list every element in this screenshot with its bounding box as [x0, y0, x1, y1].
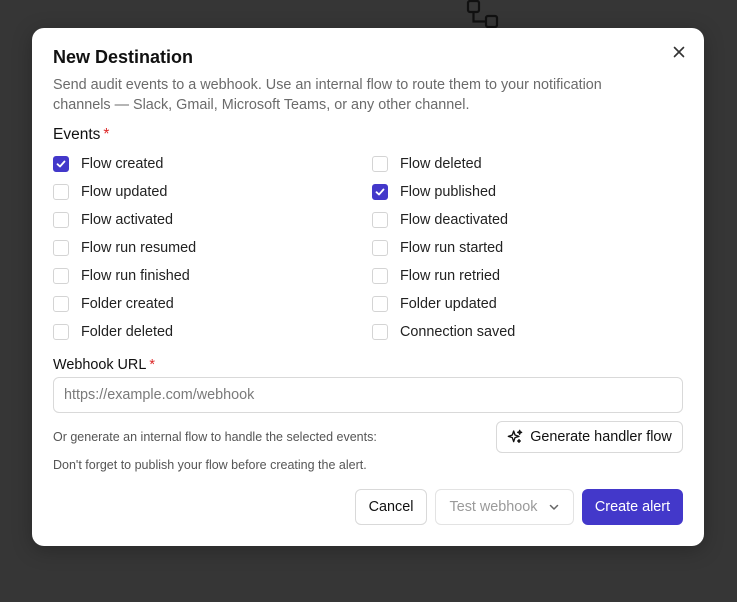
event-checkbox[interactable] [53, 240, 69, 256]
event-label: Connection saved [400, 324, 516, 340]
events-label: Events * [53, 126, 110, 143]
event-label: Flow deleted [400, 156, 482, 172]
test-webhook-label: Test webhook [449, 499, 538, 515]
new-destination-dialog: New Destination Send audit events to a w… [32, 28, 704, 546]
check-icon [375, 188, 385, 196]
events-checkbox-grid: Flow created Flow deleted Flow updated Flow… [53, 150, 673, 346]
event-label: Flow run resumed [81, 240, 197, 256]
check-icon [56, 160, 66, 168]
workflow-icon [466, 0, 499, 29]
event-item[interactable]: Flow published [372, 178, 672, 206]
required-mark: * [149, 357, 155, 373]
create-alert-button[interactable]: Create alert [582, 489, 683, 525]
event-item[interactable]: Folder updated [372, 290, 672, 318]
event-checkbox[interactable] [372, 324, 388, 340]
event-label: Folder updated [400, 296, 497, 312]
event-item[interactable]: Folder deleted [53, 318, 372, 346]
event-label: Flow deactivated [400, 212, 508, 228]
close-icon [673, 46, 685, 58]
webhook-url-label: Webhook URL * [53, 357, 155, 373]
chevron-down-icon [549, 504, 558, 510]
event-label: Flow run started [400, 240, 504, 256]
event-checkbox[interactable] [372, 268, 388, 284]
webhook-url-input[interactable] [53, 377, 683, 413]
event-checkbox[interactable] [53, 324, 69, 340]
event-checkbox[interactable] [372, 156, 388, 172]
event-item[interactable]: Folder created [53, 290, 372, 318]
event-checkbox[interactable] [372, 184, 388, 200]
event-label: Flow published [400, 184, 496, 200]
event-label: Folder created [81, 296, 174, 312]
dialog-description: Send audit events to a webhook. Use an i… [53, 77, 602, 113]
cancel-button[interactable]: Cancel [355, 489, 427, 525]
event-item[interactable]: Flow run finished [53, 262, 372, 290]
event-checkbox[interactable] [372, 240, 388, 256]
event-item[interactable]: Flow run retried [372, 262, 672, 290]
required-mark: * [103, 126, 110, 143]
dialog-title: New Destination [53, 47, 194, 67]
event-item[interactable]: Flow activated [53, 206, 372, 234]
event-checkbox[interactable] [372, 296, 388, 312]
publish-hint: Don't forget to publish your flow before… [53, 458, 367, 472]
test-webhook-button[interactable]: Test webhook [435, 489, 574, 525]
event-item[interactable]: Connection saved [372, 318, 672, 346]
event-item[interactable]: Flow deactivated [372, 206, 672, 234]
event-label: Flow updated [81, 184, 168, 200]
event-checkbox[interactable] [53, 296, 69, 312]
event-checkbox[interactable] [53, 184, 69, 200]
sparkles-icon [507, 429, 523, 443]
event-item[interactable]: Flow updated [53, 178, 372, 206]
event-label: Flow created [81, 156, 164, 172]
generate-handler-flow-button[interactable]: Generate handler flow [496, 421, 683, 453]
event-item[interactable]: Flow deleted [372, 150, 672, 178]
event-label: Folder deleted [81, 324, 174, 340]
close-button[interactable] [669, 42, 689, 62]
event-checkbox[interactable] [372, 212, 388, 228]
event-item[interactable]: Flow created [53, 150, 372, 178]
event-label: Flow activated [81, 212, 173, 228]
event-item[interactable]: Flow run resumed [53, 234, 372, 262]
event-label: Flow run retried [400, 268, 500, 284]
generate-button-label: Generate handler flow [530, 429, 672, 445]
event-checkbox[interactable] [53, 268, 69, 284]
generate-hint: Or generate an internal flow to handle t… [53, 430, 377, 444]
event-label: Flow run finished [81, 268, 190, 284]
event-checkbox[interactable] [53, 212, 69, 228]
event-item[interactable]: Flow run started [372, 234, 672, 262]
event-checkbox[interactable] [53, 156, 69, 172]
